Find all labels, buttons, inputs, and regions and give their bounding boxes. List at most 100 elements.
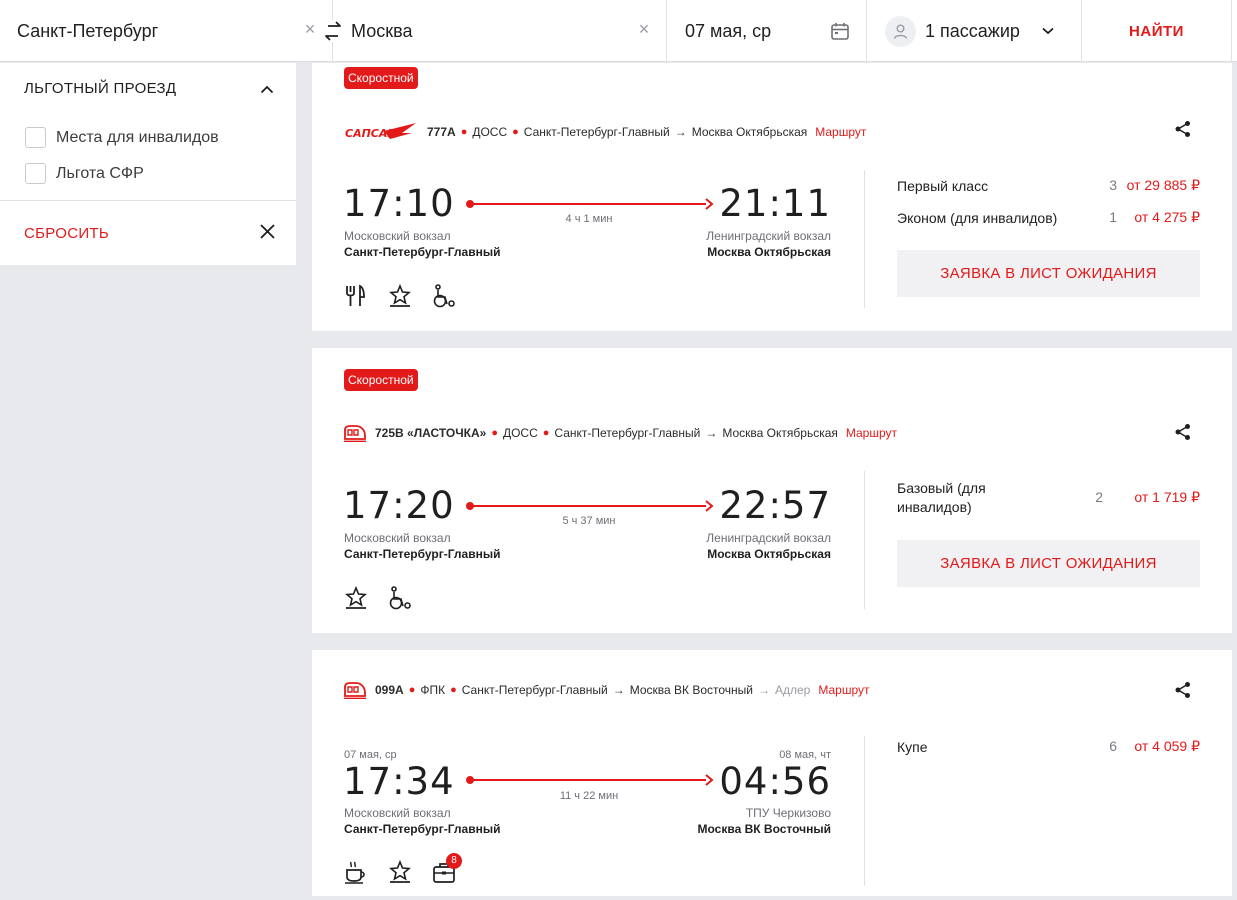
to-station: Москва Октябрьская [722,426,838,440]
calendar-icon[interactable] [830,21,850,46]
filter-option-sfr[interactable]: Льгота СФР [25,163,144,184]
restaurant-icon [344,284,368,308]
route-arrow: → [674,125,687,139]
class-name: Купе [897,739,928,755]
dot-separator: ● [542,427,550,439]
carrier: ДОСС [502,426,538,440]
from-input[interactable]: Санкт-Петербург [17,21,158,42]
class-price[interactable]: от 4 059 ₽ [1117,738,1200,757]
departure-time: 17:10 [343,182,455,225]
class-row[interactable]: Купе 6 от 4 059 ₽ [897,738,1200,757]
filter-option-label: Места для инвалидов [56,128,219,146]
waitlist-button[interactable]: ЗАЯВКА В ЛИСТ ОЖИДАНИЯ [897,540,1200,587]
luggage-icon: 8 [432,853,462,884]
share-icon[interactable] [1174,120,1192,143]
divider [864,736,865,886]
from-station: Санкт-Петербург-Главный [554,426,701,440]
comfort-star-icon [388,283,412,308]
route-arrow: → [705,426,718,440]
from-field[interactable]: Санкт-Петербург × [0,0,333,62]
departure-terminal: Московский вокзал [344,531,451,545]
arrival-station: Москва Октябрьская [707,547,831,561]
seats-count: 1 [1109,209,1117,225]
to-field[interactable]: Москва × [324,0,667,62]
departure-station: Санкт-Петербург-Главный [344,245,501,259]
route-link[interactable]: Маршрут [818,683,869,697]
divider [864,471,865,609]
carrier: ФПК [420,683,446,697]
filter-option-disabled-seats[interactable]: Места для инвалидов [25,127,219,148]
date-field[interactable]: 07 мая, ср [667,0,867,62]
arrival-time: 22:57 [719,484,831,527]
waitlist-button[interactable]: ЗАЯВКА В ЛИСТ ОЖИДАНИЯ [897,250,1200,297]
amenities [344,283,456,308]
class-price[interactable]: от 29 885 ₽ [1117,177,1200,196]
to-station: Москва Октябрьская [691,125,808,139]
arrival-time: 04:56 [719,760,831,803]
journey-line [466,500,714,512]
class-price[interactable]: от 4 275 ₽ [1117,209,1200,228]
share-icon[interactable] [1174,681,1192,704]
comfort-star-icon [344,585,368,610]
departure-terminal: Московский вокзал [344,229,451,243]
to-input[interactable]: Москва [351,21,412,42]
class-name: Первый класс [897,178,989,194]
dot-separator: ● [512,126,519,138]
arrival-terminal: ТПУ Черкизово [745,806,831,820]
clear-from-icon[interactable]: × [302,20,318,38]
checkbox[interactable] [25,127,46,148]
duration: 4 ч 1 мин [565,213,613,225]
wheelchair-icon [432,284,456,308]
train-number: 777А [427,125,456,139]
checkbox[interactable] [25,163,46,184]
to-station: Москва ВК Восточный [629,683,753,697]
seats-count: 2 [1095,489,1103,505]
train-card: Скоростной САПСАН 777А ● ДОСС ● Санкт-Пе… [312,63,1232,331]
class-row[interactable]: Базовый (для инвалидов) 2 от 1 719 ₽ [897,479,1200,517]
swap-icon[interactable] [324,20,342,42]
date-input[interactable]: 07 мая, ср [685,21,771,42]
train-info-line: 099А ● ФПК ● Санкт-Петербург-Главный → М… [344,681,870,699]
close-icon[interactable] [259,223,276,245]
dot-separator: ● [408,684,416,696]
duration: 5 ч 37 мин [562,515,616,527]
dot-separator: ● [450,684,457,696]
chevron-up-icon[interactable] [260,81,274,99]
route-link[interactable]: Маршрут [815,125,866,139]
filter-title: ЛЬГОТНЫЙ ПРОЕЗД [24,80,177,97]
search-bar: Санкт-Петербург × Москва × 07 мая, ср 1 … [0,0,1237,62]
speed-badge: Скоростной [344,369,418,391]
train-icon [344,424,366,442]
from-station: Санкт-Петербург-Главный [461,683,608,697]
divider [864,170,865,308]
passengers-select[interactable]: 1 пассажир [925,21,1020,42]
class-price[interactable]: от 1 719 ₽ [1103,479,1200,517]
passengers-field[interactable]: 1 пассажир [867,0,1082,62]
arrival-terminal: Ленинградский вокзал [706,531,831,545]
amenities: 8 [344,853,462,884]
arrival-terminal: Ленинградский вокзал [706,229,831,243]
route-link[interactable]: Маршрут [846,426,897,440]
filter-option-label: Льгота СФР [56,164,144,182]
class-row[interactable]: Эконом (для инвалидов) 1 от 4 275 ₽ [897,209,1200,228]
route-arrow: → [758,683,770,697]
speed-badge: Скоростной [344,67,418,89]
find-button[interactable]: НАЙТИ [1129,23,1184,40]
clear-to-icon[interactable]: × [636,20,652,38]
departure-time: 17:34 [343,760,455,803]
share-icon[interactable] [1174,423,1192,446]
reset-filters-button[interactable]: СБРОСИТЬ [24,225,109,242]
sapsan-logo: САПСАН [344,121,418,143]
chevron-down-icon[interactable] [1042,22,1054,40]
train-card: Скоростной 725В «ЛАСТОЧКА» ● ДОСС ● Санк… [312,348,1232,633]
class-name: Базовый (для инвалидов) [897,480,986,515]
hot-drink-icon [344,860,368,884]
departure-station: Санкт-Петербург-Главный [344,822,501,836]
class-row[interactable]: Первый класс 3 от 29 885 ₽ [897,177,1200,196]
dot-separator: ● [491,427,498,439]
benefit-filter-panel: ЛЬГОТНЫЙ ПРОЕЗД Места для инвалидов Льго… [0,63,296,265]
divider [0,200,296,201]
departure-terminal: Московский вокзал [344,806,451,820]
seats-count: 6 [1109,738,1117,754]
train-info-line: 725В «ЛАСТОЧКА» ● ДОСС ● Санкт-Петербург… [344,424,897,442]
